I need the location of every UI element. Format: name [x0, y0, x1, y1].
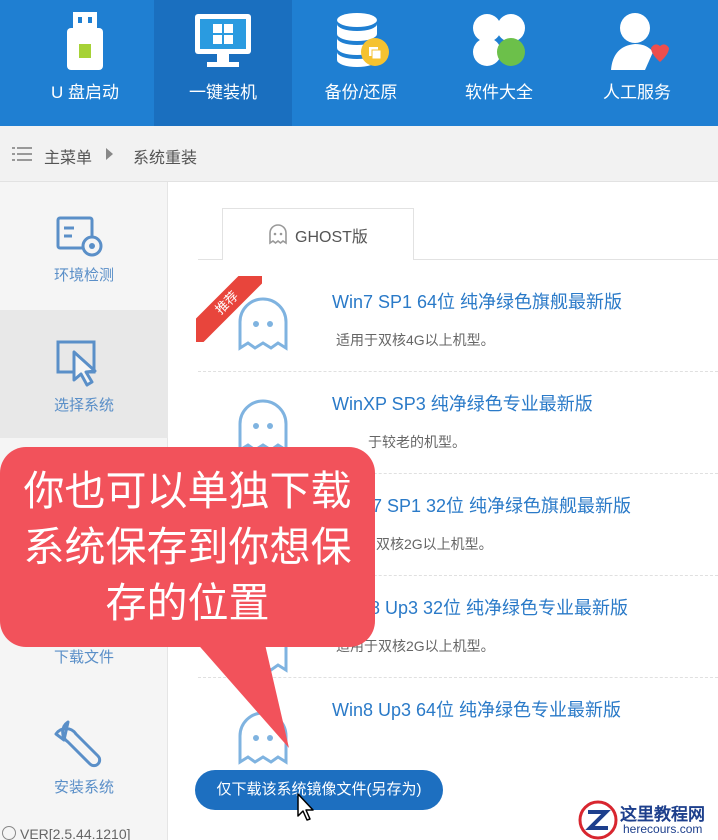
sidebar-label: 安装系统 — [53, 779, 114, 796]
support-person-icon — [611, 13, 669, 70]
breadcrumb: 主菜单 系统重装 — [0, 126, 718, 182]
system-title[interactable]: Win7 SP1 64位 纯净绿色旗舰最新版 — [332, 288, 622, 314]
usb-drive-icon — [67, 12, 103, 70]
watermark-url: herecours.com — [623, 822, 703, 836]
nav-item-software[interactable]: 软件大全 — [430, 0, 568, 126]
breadcrumb-current: 系统重装 — [133, 150, 198, 167]
sidebar-label: 选择系统 — [53, 397, 114, 414]
recommended-ribbon: 推荐 — [196, 276, 262, 342]
top-nav: U 盘启动 一键装机 备份/还原 软件大全 人工服务 — [0, 0, 718, 126]
ghost-icon — [269, 224, 287, 245]
info-icon — [2, 826, 16, 840]
select-system-icon — [56, 340, 97, 387]
download-image-only-button[interactable]: 仅下载该系统镜像文件(另存为) — [195, 770, 443, 810]
tab-ghost[interactable]: GHOST版 — [222, 208, 414, 260]
system-description: 适用于双核4G以上机型。 — [336, 332, 495, 348]
nav-label: U 盘启动 — [51, 83, 119, 102]
tab-label: GHOST版 — [295, 229, 368, 246]
callout-line: 系统保存到你想保 — [23, 524, 352, 570]
system-description: 于较老的机型。 — [368, 434, 466, 450]
mouse-cursor-icon — [297, 793, 314, 821]
sidebar-item-install-system[interactable]: 安装系统 — [0, 708, 168, 836]
menu-list-icon — [12, 147, 32, 161]
ghost-icon — [238, 399, 288, 453]
callout-text: 你也可以单独下载 系统保存到你想保 存的位置 — [0, 463, 375, 631]
apps-clover-icon — [473, 14, 525, 66]
system-description: 双核2G以上机型。 — [376, 536, 493, 552]
system-title[interactable]: 7 SP1 32位 纯净绿色旗舰最新版 — [372, 492, 631, 518]
monitor-windows-icon — [195, 14, 251, 67]
breadcrumb-separator-icon — [106, 148, 113, 160]
nav-label: 一键装机 — [189, 83, 257, 102]
breadcrumb-root[interactable]: 主菜单 — [44, 144, 92, 168]
nav-item-backup-restore[interactable]: 备份/还原 — [292, 0, 430, 126]
ribbon-label: 推荐 — [196, 276, 262, 342]
system-title[interactable]: Win8 Up3 64位 纯净绿色专业最新版 — [332, 696, 621, 722]
nav-label: 人工服务 — [603, 83, 671, 102]
install-wrench-icon — [54, 720, 102, 768]
callout-tail — [194, 640, 289, 748]
database-backup-icon — [337, 13, 389, 67]
sidebar-item-select-system[interactable]: 选择系统 — [0, 310, 168, 438]
version-label: VER[2.5.44.1210] — [20, 826, 131, 840]
tutorial-callout: 你也可以单独下载 系统保存到你想保 存的位置 — [0, 447, 375, 647]
sidebar-label: 环境检测 — [53, 267, 114, 284]
nav-item-one-click-install[interactable]: 一键装机 — [154, 0, 292, 126]
sidebar-item-environment-check[interactable]: 环境检测 — [0, 182, 168, 310]
system-row[interactable]: Win7 SP1 64位 纯净绿色旗舰最新版 适用于双核4G以上机型。 — [198, 270, 718, 372]
system-title[interactable]: WinXP SP3 纯净绿色专业最新版 — [332, 390, 593, 416]
system-title[interactable]: 8 Up3 32位 纯净绿色专业最新版 — [370, 594, 628, 620]
callout-line: 存的位置 — [105, 580, 270, 626]
nav-item-support[interactable]: 人工服务 — [568, 0, 706, 126]
sidebar-label: 下载文件 — [53, 649, 114, 666]
environment-check-icon — [56, 216, 103, 257]
nav-label: 软件大全 — [465, 83, 533, 102]
callout-line: 你也可以单独下载 — [23, 468, 352, 514]
nav-item-usb-boot[interactable]: U 盘启动 — [16, 0, 154, 126]
nav-label: 备份/还原 — [324, 83, 398, 102]
